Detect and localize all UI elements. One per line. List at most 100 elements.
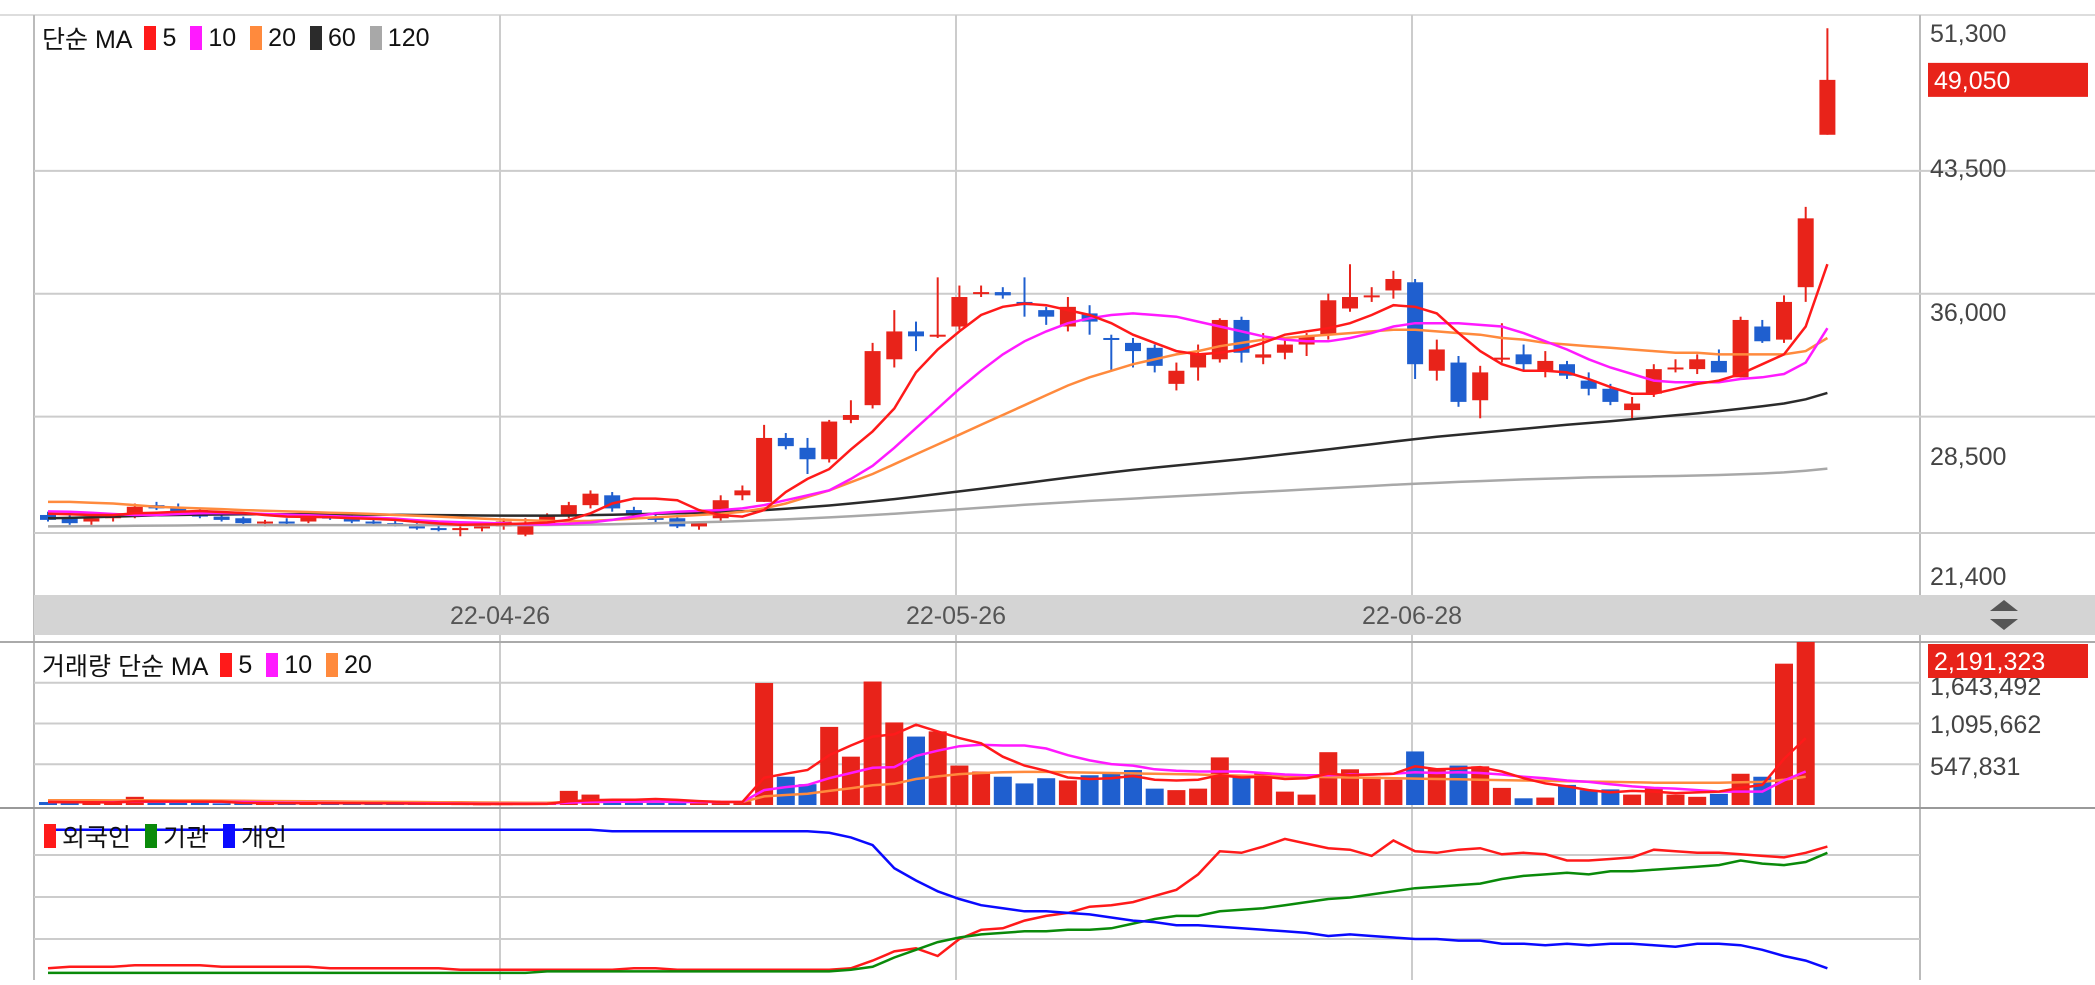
- volume-bar[interactable]: [1796, 642, 1815, 805]
- volume-bar[interactable]: [1623, 794, 1642, 805]
- candle[interactable]: [1797, 218, 1814, 288]
- volume-bar[interactable]: [1514, 798, 1533, 805]
- candle[interactable]: [1255, 354, 1272, 358]
- volume-bar[interactable]: [1492, 787, 1511, 805]
- volume-bar[interactable]: [1666, 794, 1685, 805]
- candle[interactable]: [1754, 326, 1771, 342]
- volume-bar[interactable]: [1362, 776, 1381, 805]
- volume-bar[interactable]: [950, 765, 969, 805]
- ma120-swatch: [369, 26, 382, 50]
- candle[interactable]: [1515, 354, 1532, 365]
- volume-bar[interactable]: [928, 731, 947, 805]
- candle[interactable]: [1493, 357, 1510, 360]
- volume-bar[interactable]: [1319, 752, 1338, 805]
- candle[interactable]: [929, 334, 946, 337]
- candle[interactable]: [257, 521, 273, 524]
- volume-bar[interactable]: [1189, 788, 1208, 805]
- candle[interactable]: [83, 518, 100, 522]
- volume-bar[interactable]: [190, 802, 209, 805]
- volume-bar[interactable]: [1384, 779, 1403, 805]
- candle[interactable]: [1472, 372, 1489, 401]
- candle[interactable]: [734, 490, 751, 496]
- volume-bar[interactable]: [1536, 797, 1555, 805]
- candle[interactable]: [1689, 359, 1706, 370]
- volume-bar[interactable]: [841, 756, 860, 805]
- candle[interactable]: [1276, 344, 1293, 353]
- volume-bar[interactable]: [212, 803, 231, 805]
- candle[interactable]: [799, 447, 816, 460]
- volume-bar[interactable]: [690, 803, 708, 805]
- candle[interactable]: [1038, 310, 1055, 317]
- volume-bar[interactable]: [972, 771, 991, 805]
- candle[interactable]: [1125, 342, 1141, 352]
- chart-canvas[interactable]: 22-04-26 22-05-26 22-06-28 51,300 43,500 36,0…: [0, 0, 2095, 980]
- candle[interactable]: [821, 421, 838, 460]
- candle[interactable]: [408, 526, 425, 529]
- candle[interactable]: [1190, 354, 1207, 368]
- volume-bar[interactable]: [1579, 790, 1598, 805]
- candle[interactable]: [1363, 295, 1380, 298]
- candle[interactable]: [365, 521, 382, 524]
- volume-bar[interactable]: [1297, 794, 1316, 805]
- candle[interactable]: [1624, 403, 1641, 411]
- volume-bar[interactable]: [1015, 783, 1034, 805]
- volume-bar[interactable]: [1427, 769, 1446, 805]
- candle[interactable]: [777, 437, 794, 447]
- volume-bar[interactable]: [1232, 776, 1251, 805]
- candle[interactable]: [1428, 349, 1445, 371]
- individual-label: 개인: [241, 824, 288, 852]
- candle[interactable]: [1537, 360, 1554, 371]
- candle[interactable]: [973, 292, 990, 295]
- volume-bar[interactable]: [1058, 780, 1077, 805]
- candle[interactable]: [1450, 362, 1467, 402]
- volume-bar[interactable]: [1037, 778, 1056, 805]
- date-tick-label: 22-06-28: [1362, 602, 1462, 630]
- candle[interactable]: [756, 437, 773, 502]
- candle[interactable]: [213, 516, 230, 520]
- candle[interactable]: [474, 526, 490, 529]
- stock-chart[interactable]: 22-04-26 22-05-26 22-06-28 51,300 43,500 36,0…: [0, 0, 2095, 980]
- candle[interactable]: [235, 518, 252, 524]
- candle[interactable]: [1602, 388, 1619, 402]
- price-tick-label: 43,500: [1930, 155, 2006, 183]
- candle[interactable]: [452, 528, 469, 531]
- volume-bar[interactable]: [646, 802, 665, 805]
- candle[interactable]: [864, 351, 881, 406]
- volume-bar[interactable]: [755, 683, 774, 805]
- volume-bar[interactable]: [1709, 793, 1728, 805]
- ma5-label: 5: [162, 23, 177, 52]
- volume-bar[interactable]: [1167, 790, 1186, 805]
- volume-bar[interactable]: [907, 736, 925, 805]
- vol-ma5-label: 5: [238, 650, 253, 679]
- volume-bar[interactable]: [1210, 757, 1229, 805]
- candle[interactable]: [886, 331, 903, 360]
- price-legend-title: 단순 MA: [42, 26, 133, 54]
- candle[interactable]: [842, 415, 859, 420]
- candle[interactable]: [1385, 278, 1402, 291]
- volume-bar[interactable]: [776, 776, 795, 805]
- candle[interactable]: [1103, 337, 1120, 340]
- volume-bar[interactable]: [820, 726, 839, 805]
- volume-bar[interactable]: [1275, 791, 1294, 805]
- candle[interactable]: [278, 521, 295, 524]
- volume-bar[interactable]: [993, 776, 1012, 805]
- candle[interactable]: [1342, 297, 1358, 309]
- candle[interactable]: [994, 292, 1011, 296]
- vol-ma20-label: 20: [344, 650, 372, 679]
- volume-bar[interactable]: [147, 802, 166, 805]
- candle[interactable]: [1732, 319, 1749, 378]
- price-tick-label: 51,300: [1930, 20, 2006, 48]
- candle[interactable]: [908, 331, 924, 337]
- candle[interactable]: [1819, 79, 1836, 135]
- candle[interactable]: [1710, 360, 1727, 373]
- candle[interactable]: [1776, 301, 1792, 340]
- ma60-label: 60: [327, 23, 356, 52]
- candle[interactable]: [1168, 370, 1185, 384]
- candle[interactable]: [560, 505, 577, 515]
- candle[interactable]: [430, 528, 447, 531]
- candle[interactable]: [1667, 367, 1684, 370]
- candle[interactable]: [951, 297, 968, 327]
- candle[interactable]: [582, 493, 599, 506]
- volume-bar[interactable]: [1688, 796, 1707, 805]
- volume-bar[interactable]: [1145, 788, 1164, 805]
